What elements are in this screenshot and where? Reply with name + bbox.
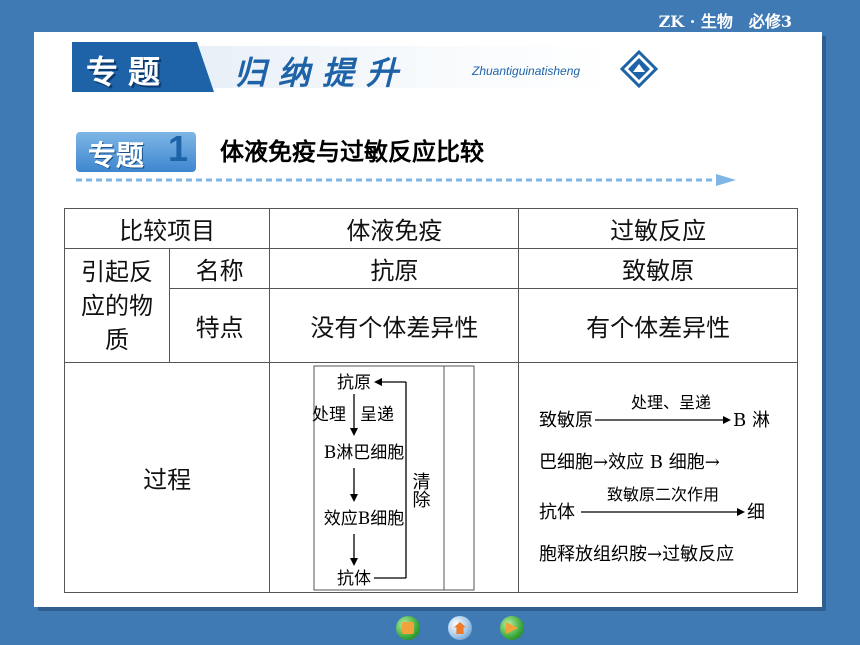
flow-edge-present: 呈递 bbox=[360, 405, 394, 425]
name-value-cell: 致敏原 bbox=[518, 248, 798, 289]
banner-pinyin: Zhuantiguinatisheng bbox=[472, 64, 581, 78]
allergy-line2: 巴细胞→效应 B 细胞→ bbox=[539, 452, 720, 473]
allergy-line3-left: 抗体 bbox=[539, 502, 575, 523]
name-value-cell: 抗原 bbox=[269, 248, 520, 289]
topic-banner: 专题 归纳提升 Zhuantiguinatisheng bbox=[72, 42, 612, 92]
allergy-line1-arrow-label: 处理、呈递 bbox=[631, 393, 711, 412]
comparison-table: 比较项目 体液免疫 过敏反应 引起反 应的物 质 名称 抗原 致敏原 特点 没有… bbox=[63, 208, 798, 593]
header-cell: 过敏反应 bbox=[518, 208, 798, 249]
feature-label-cell: 特点 bbox=[168, 288, 271, 363]
back-icon[interactable] bbox=[448, 616, 472, 640]
back-icon-glyph bbox=[454, 622, 466, 634]
home-icon-glyph bbox=[402, 622, 414, 634]
flow-node-b-cell: B淋巴细胞 bbox=[324, 443, 405, 463]
name-label-cell: 名称 bbox=[168, 248, 271, 289]
next-icon[interactable] bbox=[500, 616, 524, 640]
allergy-line3-right: 细 bbox=[747, 502, 765, 523]
row-label-line: 引起反 bbox=[81, 257, 153, 286]
allergy-flow-text: 致敏原 处理、呈递 B 淋 巴细胞→效应 B 细胞→ 抗体 致敏原二次作用 细 … bbox=[539, 393, 770, 565]
header-cell: 比较项目 bbox=[63, 208, 271, 249]
section-title: 体液免疫与过敏反应比较 bbox=[220, 138, 484, 166]
row-label-line: 应的物 bbox=[81, 291, 153, 320]
row-label-line: 质 bbox=[105, 325, 129, 354]
flow-edge-clear: 清除 bbox=[410, 471, 431, 507]
banner-title: 归纳提升 bbox=[234, 54, 411, 92]
table-header-row: 比较项目 体液免疫 过敏反应 bbox=[63, 208, 798, 249]
header-cell: 体液免疫 bbox=[269, 208, 520, 249]
allergy-line3-arrow-label: 致敏原二次作用 bbox=[607, 485, 719, 504]
next-icon-glyph bbox=[506, 622, 518, 634]
allergy-line1-right: B 淋 bbox=[733, 410, 770, 431]
banner-tab-text: 专题 bbox=[86, 53, 171, 91]
allergy-line4: 胞释放组织胺→过敏反应 bbox=[539, 544, 734, 565]
flow-node-effector-b-cell: 效应B细胞 bbox=[324, 509, 405, 529]
feature-value-cell: 没有个体差异性 bbox=[269, 288, 520, 363]
allergy-process-cell: 致敏原 处理、呈递 B 淋 巴细胞→效应 B 细胞→ 抗体 致敏原二次作用 细 … bbox=[518, 362, 798, 593]
slide: 专题 归纳提升 Zhuantiguinatisheng 专题 1 体液免疫与过敏… bbox=[34, 32, 822, 607]
table-row: 特点 没有个体差异性 有个体差异性 bbox=[65, 288, 798, 363]
flow-node-antibody: 抗体 bbox=[337, 569, 371, 589]
feature-value-cell: 有个体差异性 bbox=[518, 288, 798, 363]
diamond-arrow-icon bbox=[620, 50, 658, 88]
footer-nav bbox=[396, 616, 526, 642]
table-row: 过程 抗原 处理 呈递 B淋巴细胞 效应B细胞 抗体 清除 致敏原 处理、呈递 … bbox=[63, 362, 798, 593]
section-number: 1 bbox=[168, 128, 189, 169]
header-strip: ZK · 生物 必修3 bbox=[0, 0, 860, 34]
section-tab-text: 专题 bbox=[88, 139, 145, 172]
course-label: ZK · 生物 必修3 bbox=[658, 12, 792, 31]
home-icon[interactable] bbox=[396, 616, 420, 640]
allergy-line1-left: 致敏原 bbox=[539, 410, 593, 431]
humoral-flow-diagram: 抗原 处理 呈递 B淋巴细胞 效应B细胞 抗体 清除 bbox=[312, 365, 475, 590]
flow-node-antigen: 抗原 bbox=[337, 373, 371, 393]
flow-edge-process: 处理 bbox=[312, 405, 346, 425]
row-label-cell: 引起反 应的物 质 bbox=[64, 248, 170, 363]
table-row: 引起反 应的物 质 名称 抗原 致敏原 bbox=[64, 248, 798, 363]
process-label-cell: 过程 bbox=[63, 362, 271, 593]
dashed-arrow bbox=[76, 174, 736, 186]
humoral-process-cell: 抗原 处理 呈递 B淋巴细胞 效应B细胞 抗体 清除 bbox=[269, 362, 520, 593]
